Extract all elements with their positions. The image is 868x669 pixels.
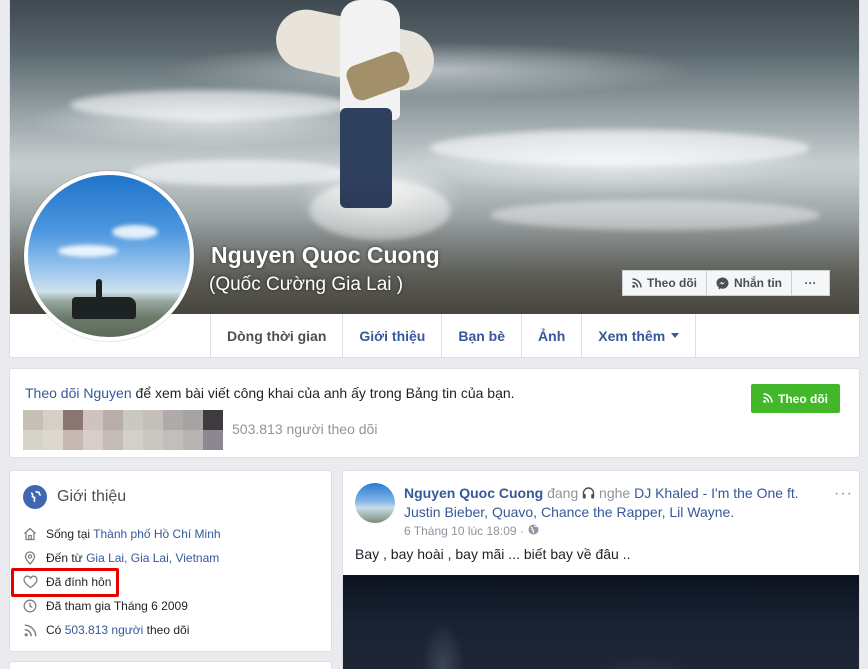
post-text: Bay , bay hoài , bay mãi ... biết bay về… <box>355 546 631 562</box>
post-card: Nguyen Quoc Cuong đang nghe DJ Khaled - … <box>342 470 860 669</box>
post-song-end: . <box>730 504 735 520</box>
lives-city-link[interactable]: Thành phố Hồ Chí Minh <box>93 527 220 541</box>
tab-timeline[interactable]: Dòng thời gian <box>211 314 344 357</box>
follower-thumbnail[interactable] <box>103 410 123 430</box>
lives-prefix: Sống tại <box>46 527 94 541</box>
post-options-button[interactable]: ··· <box>834 485 853 503</box>
follow-green-button[interactable]: Theo dõi <box>751 384 840 413</box>
home-icon <box>22 526 38 542</box>
follower-avatars-blurred <box>23 410 223 450</box>
highlight-box <box>11 568 119 597</box>
followers-link[interactable]: 503.813 người <box>65 623 144 637</box>
profile-picture[interactable] <box>24 171 194 341</box>
follow-button-label: Theo dõi <box>647 276 697 290</box>
follower-thumbnail[interactable] <box>43 410 63 430</box>
profile-name[interactable]: Nguyen Quoc Cuong <box>211 242 440 269</box>
rss-icon <box>632 278 642 288</box>
follower-thumbnail[interactable] <box>183 430 203 450</box>
tab-label: Ảnh <box>538 327 566 344</box>
more-options-button[interactable]: ··· <box>792 270 830 296</box>
message-button[interactable]: Nhắn tin <box>707 270 792 296</box>
follower-thumbnail[interactable] <box>183 410 203 430</box>
post-author-avatar[interactable] <box>355 483 395 523</box>
location-pin-icon <box>22 550 38 566</box>
follower-thumbnail[interactable] <box>163 410 183 430</box>
post-activity: nghe <box>595 485 635 501</box>
follower-thumbnail[interactable] <box>83 410 103 430</box>
followers-suffix: theo dõi <box>143 623 190 637</box>
message-button-label: Nhắn tin <box>734 276 782 290</box>
post-header: Nguyen Quoc Cuong đang nghe DJ Khaled - … <box>404 484 834 522</box>
follower-count: 503.813 người theo dõi <box>232 421 378 437</box>
next-card <box>9 661 332 669</box>
tab-label: Xem thêm <box>598 327 666 344</box>
tab-label: Dòng thời gian <box>227 327 327 344</box>
post-activity-verb: đang <box>543 485 583 501</box>
follower-thumbnail[interactable] <box>43 430 63 450</box>
intro-title: Giới thiệu <box>57 488 127 505</box>
intro-lives-in: Sống tại Thành phố Hồ Chí Minh <box>22 526 221 542</box>
tab-about[interactable]: Giới thiệu <box>343 314 443 357</box>
joined-date: Đã tham gia Tháng 6 2009 <box>46 599 188 613</box>
follower-thumbnail[interactable] <box>83 430 103 450</box>
messenger-icon <box>716 277 729 290</box>
cover-actions: Theo dõi Nhắn tin ··· <box>622 270 830 296</box>
tab-label: Bạn bè <box>458 327 506 344</box>
follow-prompt-card: Theo dõi Nguyen để xem bài viết công kha… <box>9 368 860 458</box>
followers-prefix: Có <box>46 623 65 637</box>
profile-tabs: Dòng thời gian Giới thiệu Bạn bè Ảnh Xem… <box>210 314 697 357</box>
caret-down-icon <box>671 333 680 338</box>
follow-button[interactable]: Theo dõi <box>622 270 707 296</box>
follower-thumbnail[interactable] <box>203 430 223 450</box>
follow-prompt-text: Theo dõi Nguyen để xem bài viết công kha… <box>25 385 515 401</box>
from-prefix: Đến từ <box>46 551 87 565</box>
follower-thumbnail[interactable] <box>143 410 163 430</box>
follower-thumbnail[interactable] <box>63 430 83 450</box>
post-image[interactable] <box>343 575 859 669</box>
public-globe-icon <box>528 524 539 538</box>
clock-icon <box>22 598 38 614</box>
profile-alternate-name: (Quốc Cường Gia Lai ) <box>209 274 404 295</box>
follower-thumbnail[interactable] <box>203 410 223 430</box>
post-author-name[interactable]: Nguyen Quoc Cuong <box>404 485 543 501</box>
intro-from: Đến từ Gia Lai, Gia Lai, Vietnam <box>22 550 219 566</box>
from-place-link[interactable]: Gia Lai, Gia Lai, Vietnam <box>86 551 219 565</box>
follower-thumbnail[interactable] <box>123 410 143 430</box>
follow-green-button-label: Theo dõi <box>778 391 828 406</box>
follower-thumbnail[interactable] <box>123 430 143 450</box>
follow-prompt-link[interactable]: Theo dõi Nguyen <box>25 385 132 401</box>
follower-thumbnail[interactable] <box>23 410 43 430</box>
tab-more[interactable]: Xem thêm <box>582 314 697 357</box>
headphones-icon <box>582 485 595 501</box>
globe-icon <box>23 485 47 509</box>
follower-thumbnail[interactable] <box>23 430 43 450</box>
tab-label: Giới thiệu <box>359 327 426 344</box>
rss-icon <box>22 622 38 638</box>
post-meta: 6 Tháng 10 lúc 18:09 · <box>404 524 539 538</box>
intro-followers: Có 503.813 người theo dõi <box>22 622 189 638</box>
more-dots-icon: ··· <box>804 276 817 290</box>
follower-thumbnail[interactable] <box>163 430 183 450</box>
tab-friends[interactable]: Bạn bè <box>442 314 523 357</box>
rss-icon <box>763 392 773 406</box>
follower-thumbnail[interactable] <box>103 430 123 450</box>
follower-thumbnail[interactable] <box>63 410 83 430</box>
intro-joined: Đã tham gia Tháng 6 2009 <box>22 598 188 614</box>
post-timestamp[interactable]: 6 Tháng 10 lúc 18:09 · <box>404 524 524 538</box>
follow-prompt-rest: để xem bài viết công khai của anh ấy tro… <box>131 385 515 401</box>
follower-thumbnail[interactable] <box>143 430 163 450</box>
intro-header: Giới thiệu <box>23 485 126 509</box>
tab-photos[interactable]: Ảnh <box>522 314 583 357</box>
